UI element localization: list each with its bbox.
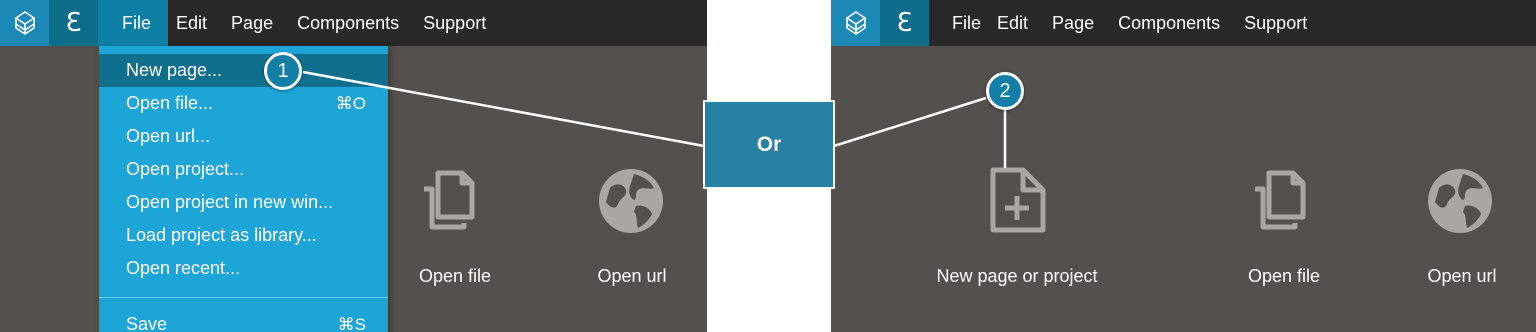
step-badge-1: 1 [264,52,302,90]
step-badge-2: 2 [986,72,1024,110]
or-label: Or [756,132,782,156]
or-callout: Or [703,100,835,189]
